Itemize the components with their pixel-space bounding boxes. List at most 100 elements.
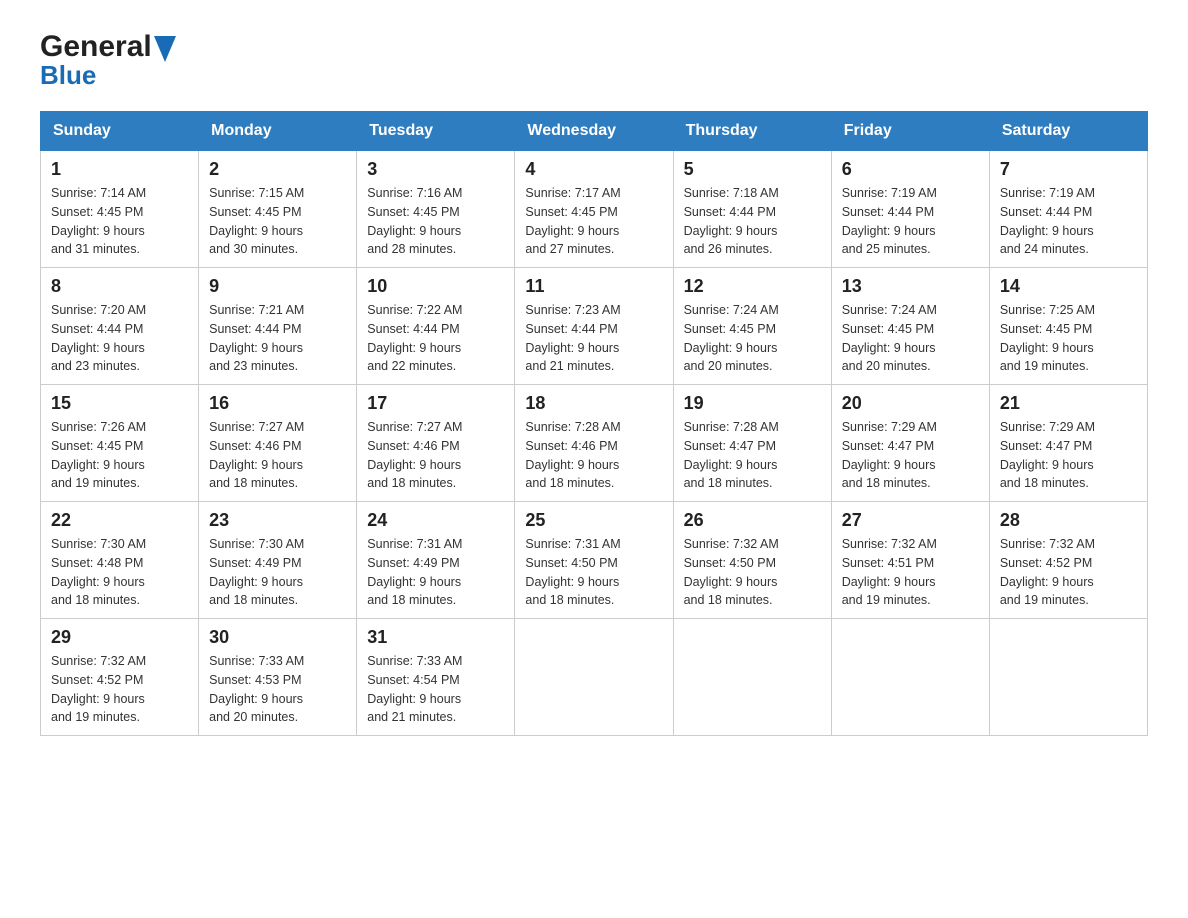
header-day-saturday: Saturday (989, 112, 1147, 151)
day-info: Sunrise: 7:14 AMSunset: 4:45 PMDaylight:… (51, 184, 188, 259)
header-day-wednesday: Wednesday (515, 112, 673, 151)
day-number: 14 (1000, 276, 1137, 297)
calendar-cell: 11 Sunrise: 7:23 AMSunset: 4:44 PMDayligh… (515, 268, 673, 385)
header-day-monday: Monday (199, 112, 357, 151)
calendar-cell: 13 Sunrise: 7:24 AMSunset: 4:45 PMDayligh… (831, 268, 989, 385)
day-number: 24 (367, 510, 504, 531)
day-info: Sunrise: 7:29 AMSunset: 4:47 PMDaylight:… (1000, 418, 1137, 493)
day-info: Sunrise: 7:20 AMSunset: 4:44 PMDaylight:… (51, 301, 188, 376)
calendar-cell: 31Sunrise: 7:33 AMSunset: 4:54 PMDayligh… (357, 619, 515, 736)
day-info: Sunrise: 7:31 AMSunset: 4:49 PMDaylight:… (367, 535, 504, 610)
day-number: 11 (525, 276, 662, 297)
day-number: 7 (1000, 159, 1137, 180)
day-info: Sunrise: 7:32 AMSunset: 4:50 PMDaylight:… (684, 535, 821, 610)
day-info: Sunrise: 7:15 AMSunset: 4:45 PMDaylight:… (209, 184, 346, 259)
week-row-3: 15Sunrise: 7:26 AMSunset: 4:45 PMDayligh… (41, 385, 1148, 502)
calendar-cell (673, 619, 831, 736)
calendar-cell: 15Sunrise: 7:26 AMSunset: 4:45 PMDayligh… (41, 385, 199, 502)
day-info: Sunrise: 7:33 AMSunset: 4:54 PMDaylight:… (367, 652, 504, 727)
header-row: SundayMondayTuesdayWednesdayThursdayFrid… (41, 112, 1148, 151)
calendar-cell: 30 Sunrise: 7:33 AMSunset: 4:53 PMDayligh… (199, 619, 357, 736)
day-info: Sunrise: 7:16 AMSunset: 4:45 PMDaylight:… (367, 184, 504, 259)
day-number: 4 (525, 159, 662, 180)
day-info: Sunrise: 7:32 AMSunset: 4:52 PMDaylight:… (51, 652, 188, 727)
calendar-header: SundayMondayTuesdayWednesdayThursdayFrid… (41, 112, 1148, 151)
calendar-cell: 4 Sunrise: 7:17 AMSunset: 4:45 PMDaylight… (515, 151, 673, 268)
day-number: 5 (684, 159, 821, 180)
calendar-cell: 6 Sunrise: 7:19 AMSunset: 4:44 PMDaylight… (831, 151, 989, 268)
calendar-cell: 24 Sunrise: 7:31 AMSunset: 4:49 PMDayligh… (357, 502, 515, 619)
day-info: Sunrise: 7:32 AMSunset: 4:52 PMDaylight:… (1000, 535, 1137, 610)
calendar-cell: 10Sunrise: 7:22 AMSunset: 4:44 PMDayligh… (357, 268, 515, 385)
day-info: Sunrise: 7:33 AMSunset: 4:53 PMDaylight:… (209, 652, 346, 727)
calendar-cell: 3 Sunrise: 7:16 AMSunset: 4:45 PMDaylight… (357, 151, 515, 268)
page-header: General Blue (40, 30, 1148, 91)
calendar-cell: 1 Sunrise: 7:14 AMSunset: 4:45 PMDaylight… (41, 151, 199, 268)
calendar-cell (831, 619, 989, 736)
day-info: Sunrise: 7:30 AMSunset: 4:49 PMDaylight:… (209, 535, 346, 610)
calendar-cell: 12Sunrise: 7:24 AMSunset: 4:45 PMDayligh… (673, 268, 831, 385)
calendar-table: SundayMondayTuesdayWednesdayThursdayFrid… (40, 111, 1148, 736)
calendar-cell: 28 Sunrise: 7:32 AMSunset: 4:52 PMDayligh… (989, 502, 1147, 619)
day-info: Sunrise: 7:25 AMSunset: 4:45 PMDaylight:… (1000, 301, 1137, 376)
day-info: Sunrise: 7:23 AMSunset: 4:44 PMDaylight:… (525, 301, 662, 376)
day-info: Sunrise: 7:31 AMSunset: 4:50 PMDaylight:… (525, 535, 662, 610)
day-info: Sunrise: 7:28 AMSunset: 4:47 PMDaylight:… (684, 418, 821, 493)
day-info: Sunrise: 7:17 AMSunset: 4:45 PMDaylight:… (525, 184, 662, 259)
calendar-cell: 20 Sunrise: 7:29 AMSunset: 4:47 PMDayligh… (831, 385, 989, 502)
calendar-cell: 26 Sunrise: 7:32 AMSunset: 4:50 PMDayligh… (673, 502, 831, 619)
day-number: 20 (842, 393, 979, 414)
day-number: 3 (367, 159, 504, 180)
calendar-cell: 23 Sunrise: 7:30 AMSunset: 4:49 PMDayligh… (199, 502, 357, 619)
day-number: 2 (209, 159, 346, 180)
day-info: Sunrise: 7:19 AMSunset: 4:44 PMDaylight:… (1000, 184, 1137, 259)
header-day-sunday: Sunday (41, 112, 199, 151)
day-info: Sunrise: 7:26 AMSunset: 4:45 PMDaylight:… (51, 418, 188, 493)
calendar-cell: 18 Sunrise: 7:28 AMSunset: 4:46 PMDayligh… (515, 385, 673, 502)
header-day-tuesday: Tuesday (357, 112, 515, 151)
day-number: 21 (1000, 393, 1137, 414)
day-info: Sunrise: 7:22 AMSunset: 4:44 PMDaylight:… (367, 301, 504, 376)
header-day-friday: Friday (831, 112, 989, 151)
calendar-cell: 14 Sunrise: 7:25 AMSunset: 4:45 PMDayligh… (989, 268, 1147, 385)
day-info: Sunrise: 7:30 AMSunset: 4:48 PMDaylight:… (51, 535, 188, 610)
calendar-cell (515, 619, 673, 736)
day-info: Sunrise: 7:27 AMSunset: 4:46 PMDaylight:… (209, 418, 346, 493)
day-number: 6 (842, 159, 979, 180)
day-number: 9 (209, 276, 346, 297)
day-number: 25 (525, 510, 662, 531)
calendar-body: 1 Sunrise: 7:14 AMSunset: 4:45 PMDaylight… (41, 151, 1148, 736)
calendar-cell: 17Sunrise: 7:27 AMSunset: 4:46 PMDayligh… (357, 385, 515, 502)
day-number: 30 (209, 627, 346, 648)
week-row-4: 22 Sunrise: 7:30 AMSunset: 4:48 PMDayligh… (41, 502, 1148, 619)
day-number: 1 (51, 159, 188, 180)
day-info: Sunrise: 7:27 AMSunset: 4:46 PMDaylight:… (367, 418, 504, 493)
day-info: Sunrise: 7:24 AMSunset: 4:45 PMDaylight:… (842, 301, 979, 376)
day-info: Sunrise: 7:19 AMSunset: 4:44 PMDaylight:… (842, 184, 979, 259)
day-info: Sunrise: 7:32 AMSunset: 4:51 PMDaylight:… (842, 535, 979, 610)
day-number: 18 (525, 393, 662, 414)
day-number: 23 (209, 510, 346, 531)
day-info: Sunrise: 7:29 AMSunset: 4:47 PMDaylight:… (842, 418, 979, 493)
calendar-cell: 29 Sunrise: 7:32 AMSunset: 4:52 PMDayligh… (41, 619, 199, 736)
week-row-2: 8Sunrise: 7:20 AMSunset: 4:44 PMDaylight… (41, 268, 1148, 385)
calendar-cell: 21 Sunrise: 7:29 AMSunset: 4:47 PMDayligh… (989, 385, 1147, 502)
day-info: Sunrise: 7:21 AMSunset: 4:44 PMDaylight:… (209, 301, 346, 376)
day-number: 28 (1000, 510, 1137, 531)
header-day-thursday: Thursday (673, 112, 831, 151)
day-number: 29 (51, 627, 188, 648)
day-info: Sunrise: 7:18 AMSunset: 4:44 PMDaylight:… (684, 184, 821, 259)
calendar-cell: 22 Sunrise: 7:30 AMSunset: 4:48 PMDayligh… (41, 502, 199, 619)
week-row-1: 1 Sunrise: 7:14 AMSunset: 4:45 PMDaylight… (41, 151, 1148, 268)
calendar-cell (989, 619, 1147, 736)
day-number: 13 (842, 276, 979, 297)
day-number: 26 (684, 510, 821, 531)
calendar-cell: 8Sunrise: 7:20 AMSunset: 4:44 PMDaylight… (41, 268, 199, 385)
logo-blue-text: Blue (40, 60, 176, 91)
day-info: Sunrise: 7:28 AMSunset: 4:46 PMDaylight:… (525, 418, 662, 493)
calendar-cell: 19Sunrise: 7:28 AMSunset: 4:47 PMDayligh… (673, 385, 831, 502)
logo: General Blue (40, 30, 176, 91)
day-number: 22 (51, 510, 188, 531)
calendar-cell: 27Sunrise: 7:32 AMSunset: 4:51 PMDayligh… (831, 502, 989, 619)
day-number: 16 (209, 393, 346, 414)
